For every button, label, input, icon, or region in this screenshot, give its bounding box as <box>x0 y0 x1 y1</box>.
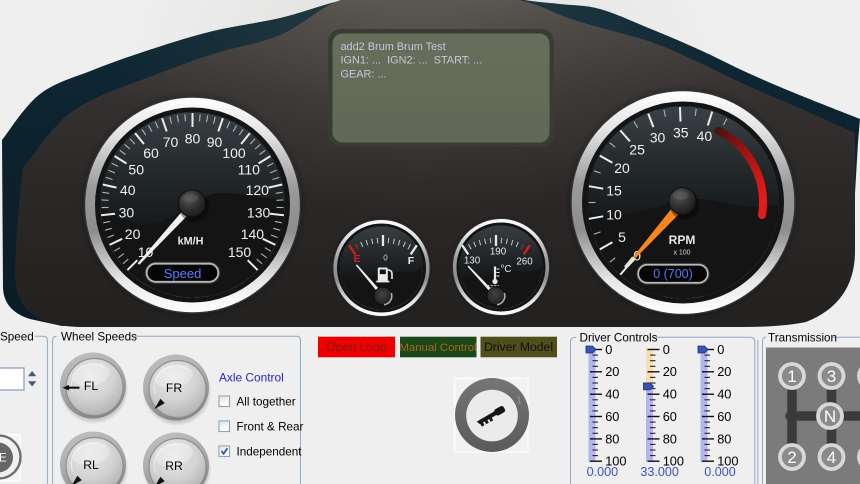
svg-text:20: 20 <box>605 364 619 379</box>
svg-text:x 100: x 100 <box>673 250 690 257</box>
svg-text:1: 1 <box>787 367 796 386</box>
svg-text:IGN1: ... IGN2: ... START: .: IGN1: ... IGN2: ... START: ... <box>341 55 483 67</box>
svg-text:°C: °C <box>501 264 512 275</box>
svg-text:Transmission: Transmission <box>768 331 837 344</box>
svg-text:Driver Model: Driver Model <box>484 340 553 354</box>
svg-text:40: 40 <box>605 387 619 402</box>
svg-text:All together: All together <box>237 396 296 409</box>
svg-text:FR: FR <box>166 381 182 395</box>
svg-text:0.000: 0.000 <box>587 465 619 479</box>
svg-text:15: 15 <box>606 183 622 199</box>
svg-text:add2 Brum Brum Test: add2 Brum Brum Test <box>341 41 446 53</box>
svg-text:10: 10 <box>606 206 622 222</box>
svg-text:Speed: Speed <box>0 330 34 343</box>
svg-text:Speed: Speed <box>164 266 202 281</box>
svg-text:50: 50 <box>128 162 144 178</box>
svg-text:5: 5 <box>618 229 626 245</box>
svg-text:Driver Controls: Driver Controls <box>580 331 658 344</box>
svg-text:33.000: 33.000 <box>640 465 679 479</box>
svg-text:110: 110 <box>238 162 261 178</box>
svg-text:40: 40 <box>717 387 731 402</box>
svg-text:60: 60 <box>663 409 677 424</box>
svg-text:0: 0 <box>663 342 670 357</box>
svg-text:FL: FL <box>84 379 98 393</box>
svg-text:N: N <box>824 407 836 426</box>
svg-text:RR: RR <box>165 459 183 473</box>
svg-text:0: 0 <box>605 342 612 357</box>
svg-text:35: 35 <box>673 125 689 141</box>
svg-text:80: 80 <box>605 431 619 446</box>
svg-text:150: 150 <box>228 244 252 260</box>
svg-text:0 (700): 0 (700) <box>653 267 693 281</box>
svg-text:130: 130 <box>247 204 271 220</box>
svg-text:Axle Control: Axle Control <box>219 370 284 384</box>
svg-text:40: 40 <box>663 387 677 402</box>
svg-text:0.000: 0.000 <box>704 465 736 479</box>
svg-text:Manual Control: Manual Control <box>399 342 476 354</box>
svg-text:Wheel Speeds: Wheel Speeds <box>61 330 137 343</box>
svg-text:140: 140 <box>241 226 265 242</box>
svg-text:Independent: Independent <box>237 446 303 459</box>
svg-text:Front & Rear: Front & Rear <box>237 421 304 434</box>
svg-text:40: 40 <box>697 128 713 144</box>
svg-text:130: 130 <box>464 256 481 267</box>
svg-text:RPM: RPM <box>669 233 696 247</box>
svg-text:70: 70 <box>163 134 179 150</box>
svg-text:E: E <box>0 453 7 465</box>
svg-text:120: 120 <box>246 182 270 198</box>
svg-text:kM/H: kM/H <box>178 236 204 248</box>
svg-text:20: 20 <box>717 364 731 379</box>
svg-text:90: 90 <box>207 134 223 150</box>
svg-text:20: 20 <box>125 226 141 242</box>
svg-text:1: 1 <box>516 396 522 407</box>
svg-text:60: 60 <box>717 409 731 424</box>
svg-text:4: 4 <box>827 448 836 467</box>
svg-text:80: 80 <box>185 131 201 147</box>
svg-text:0: 0 <box>383 254 388 263</box>
svg-text:190: 190 <box>490 247 507 258</box>
svg-text:F: F <box>408 255 415 267</box>
svg-text:60: 60 <box>605 409 619 424</box>
svg-text:20: 20 <box>663 364 677 379</box>
svg-text:30: 30 <box>119 204 135 220</box>
svg-text:40: 40 <box>120 182 136 198</box>
svg-text:20: 20 <box>614 160 630 176</box>
svg-text:E: E <box>353 253 360 265</box>
svg-text:25: 25 <box>629 142 645 158</box>
svg-text:RL: RL <box>83 458 99 472</box>
svg-text:80: 80 <box>717 431 731 446</box>
svg-text:2: 2 <box>787 448 796 467</box>
svg-text:60: 60 <box>143 145 159 161</box>
svg-text:0: 0 <box>717 342 724 357</box>
svg-text:3: 3 <box>827 367 836 386</box>
svg-text:GEAR: ...: GEAR: ... <box>341 69 387 81</box>
svg-text:80: 80 <box>663 431 677 446</box>
svg-text:Open Loop: Open Loop <box>326 340 387 354</box>
svg-text:260: 260 <box>516 257 533 268</box>
svg-text:30: 30 <box>650 129 666 145</box>
svg-text:100: 100 <box>222 145 246 161</box>
